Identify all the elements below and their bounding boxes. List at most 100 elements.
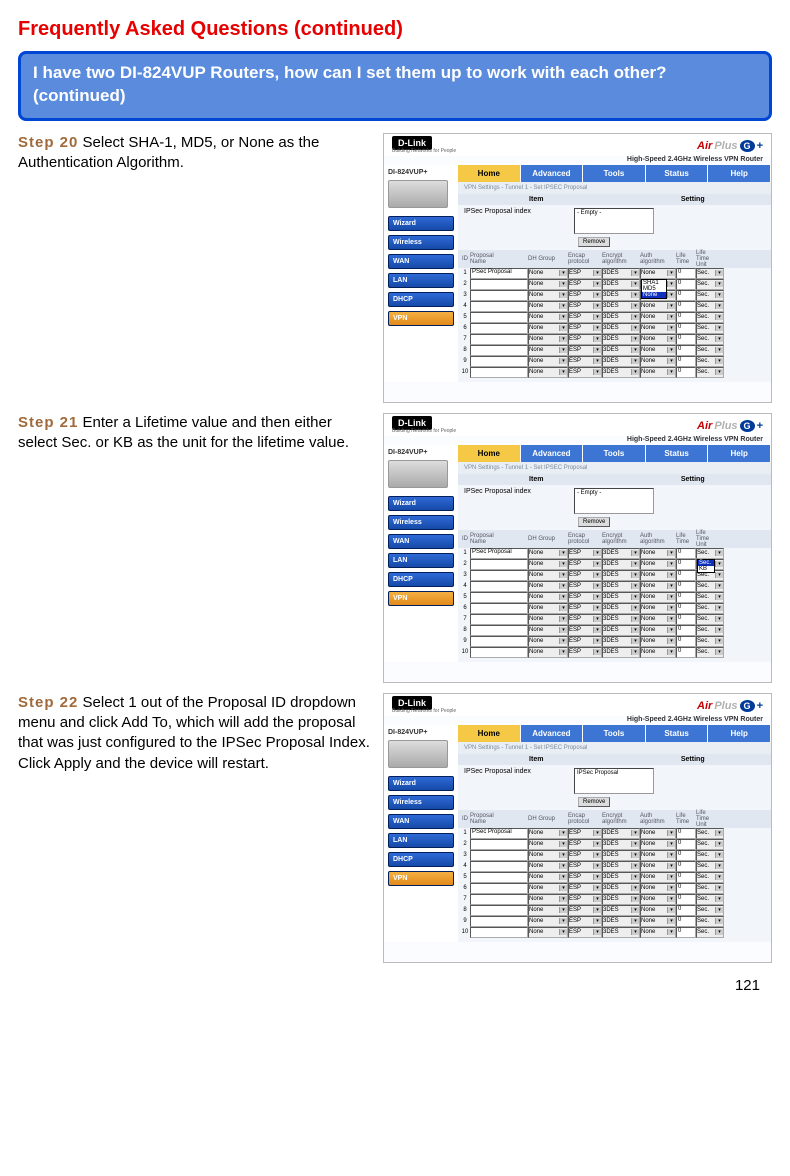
text-input[interactable]: 0 <box>676 356 696 367</box>
select-field[interactable]: None▾ <box>640 647 676 658</box>
select-field[interactable]: 3DES▾ <box>602 581 640 592</box>
nav-lan[interactable]: LAN <box>388 273 454 288</box>
select-field[interactable]: None▾ <box>528 312 568 323</box>
select-field[interactable]: ESP▾ <box>568 367 602 378</box>
select-field[interactable]: None▾ <box>528 883 568 894</box>
text-input[interactable] <box>470 279 528 290</box>
select-field[interactable]: None▾ <box>640 828 676 839</box>
text-input[interactable] <box>470 872 528 883</box>
select-field[interactable]: None▾ <box>640 883 676 894</box>
select-field[interactable]: 3DES▾ <box>602 356 640 367</box>
select-field[interactable]: 3DES▾ <box>602 625 640 636</box>
select-field[interactable]: ESP▾ <box>568 861 602 872</box>
ipsec-index-box[interactable]: - Empty - <box>574 208 654 234</box>
select-field[interactable]: ESP▾ <box>568 905 602 916</box>
select-field[interactable]: ESP▾ <box>568 312 602 323</box>
unit-dropdown[interactable]: Sec.KB <box>697 559 715 573</box>
text-input[interactable]: 0 <box>676 894 696 905</box>
select-field[interactable]: None▾ <box>528 345 568 356</box>
select-field[interactable]: ESP▾ <box>568 356 602 367</box>
select-field[interactable]: ESP▾ <box>568 268 602 279</box>
select-field[interactable]: 3DES▾ <box>602 312 640 323</box>
tab-tools[interactable]: Tools <box>583 165 646 182</box>
tab-status[interactable]: Status <box>646 445 709 462</box>
text-input[interactable]: 0 <box>676 548 696 559</box>
select-field[interactable]: None▾ <box>528 894 568 905</box>
text-input[interactable]: PSec Proposal <box>470 828 528 839</box>
select-field[interactable]: None▾ <box>528 592 568 603</box>
text-input[interactable]: 0 <box>676 290 696 301</box>
select-field[interactable]: 3DES▾ <box>602 279 640 290</box>
select-field[interactable]: ESP▾ <box>568 603 602 614</box>
select-field[interactable]: ESP▾ <box>568 850 602 861</box>
nav-dhcp[interactable]: DHCP <box>388 852 454 867</box>
select-field[interactable]: Sec.▾ <box>696 268 724 279</box>
nav-vpn[interactable]: VPN <box>388 871 454 886</box>
tab-advanced[interactable]: Advanced <box>521 165 584 182</box>
text-input[interactable]: 0 <box>676 850 696 861</box>
select-field[interactable]: 3DES▾ <box>602 839 640 850</box>
select-field[interactable]: None▾ <box>640 301 676 312</box>
select-field[interactable]: ESP▾ <box>568 581 602 592</box>
nav-wizard[interactable]: Wizard <box>388 496 454 511</box>
select-field[interactable]: None▾ <box>640 614 676 625</box>
select-field[interactable]: 3DES▾ <box>602 334 640 345</box>
tab-home[interactable]: Home <box>458 445 521 462</box>
select-field[interactable]: None▾ <box>528 614 568 625</box>
tab-status[interactable]: Status <box>646 725 709 742</box>
select-field[interactable]: ESP▾ <box>568 548 602 559</box>
text-input[interactable] <box>470 603 528 614</box>
text-input[interactable] <box>470 905 528 916</box>
select-field[interactable]: None▾ <box>528 334 568 345</box>
text-input[interactable] <box>470 559 528 570</box>
select-field[interactable]: Sec.▾ <box>696 647 724 658</box>
ipsec-index-box[interactable]: - Empty - <box>574 488 654 514</box>
select-field[interactable]: None▾ <box>640 872 676 883</box>
tab-tools[interactable]: Tools <box>583 725 646 742</box>
select-field[interactable]: 3DES▾ <box>602 614 640 625</box>
select-field[interactable]: None▾ <box>528 581 568 592</box>
select-field[interactable]: None▾ <box>528 548 568 559</box>
select-field[interactable]: 3DES▾ <box>602 905 640 916</box>
tab-status[interactable]: Status <box>646 165 709 182</box>
tab-help[interactable]: Help <box>708 445 771 462</box>
select-field[interactable]: ESP▾ <box>568 334 602 345</box>
select-field[interactable]: None▾ <box>640 916 676 927</box>
select-field[interactable]: None▾ <box>640 861 676 872</box>
select-field[interactable]: None▾ <box>640 548 676 559</box>
select-field[interactable]: 3DES▾ <box>602 323 640 334</box>
select-field[interactable]: Sec.▾ <box>696 916 724 927</box>
select-field[interactable]: None▾ <box>640 850 676 861</box>
text-input[interactable]: 0 <box>676 559 696 570</box>
nav-wireless[interactable]: Wireless <box>388 235 454 250</box>
nav-wan[interactable]: WAN <box>388 814 454 829</box>
text-input[interactable] <box>470 356 528 367</box>
unit-option[interactable]: KB <box>698 566 714 572</box>
text-input[interactable]: PSec Proposal <box>470 548 528 559</box>
text-input[interactable] <box>470 323 528 334</box>
select-field[interactable]: ESP▾ <box>568 839 602 850</box>
select-field[interactable]: 3DES▾ <box>602 559 640 570</box>
auth-option[interactable]: None <box>642 292 666 298</box>
select-field[interactable]: ESP▾ <box>568 301 602 312</box>
select-field[interactable]: ESP▾ <box>568 345 602 356</box>
remove-button[interactable]: Remove <box>578 797 610 807</box>
tab-advanced[interactable]: Advanced <box>521 725 584 742</box>
text-input[interactable]: 0 <box>676 279 696 290</box>
nav-vpn[interactable]: VPN <box>388 591 454 606</box>
nav-wan[interactable]: WAN <box>388 534 454 549</box>
select-field[interactable]: 3DES▾ <box>602 828 640 839</box>
text-input[interactable] <box>470 861 528 872</box>
select-field[interactable]: None▾ <box>528 301 568 312</box>
text-input[interactable]: 0 <box>676 312 696 323</box>
select-field[interactable]: 3DES▾ <box>602 894 640 905</box>
select-field[interactable]: ESP▾ <box>568 614 602 625</box>
select-field[interactable]: None▾ <box>528 356 568 367</box>
nav-lan[interactable]: LAN <box>388 833 454 848</box>
tab-advanced[interactable]: Advanced <box>521 445 584 462</box>
select-field[interactable]: None▾ <box>640 323 676 334</box>
text-input[interactable]: 0 <box>676 647 696 658</box>
nav-wizard[interactable]: Wizard <box>388 216 454 231</box>
select-field[interactable]: Sec.▾ <box>696 861 724 872</box>
select-field[interactable]: ESP▾ <box>568 647 602 658</box>
